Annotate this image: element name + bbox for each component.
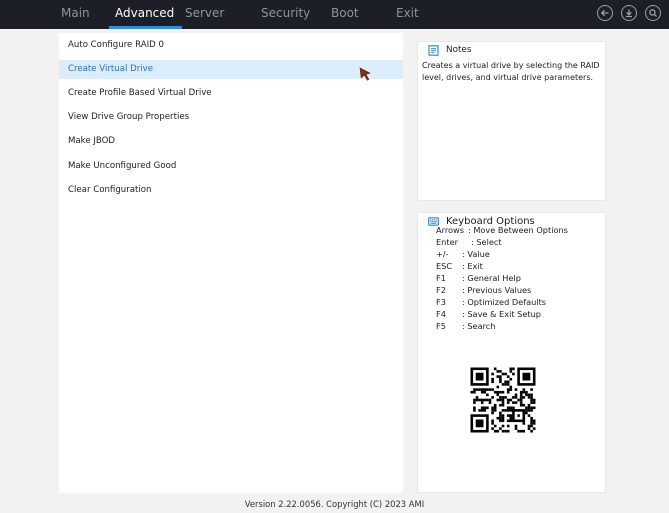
key-desc: : Select (471, 237, 502, 247)
key-desc: : General Help (462, 273, 521, 283)
mouse-pointer-icon (359, 67, 371, 81)
key-desc: : Exit (462, 261, 483, 271)
menu-item-create-profile-based-virtual-drive[interactable]: Create Profile Based Virtual Drive (59, 84, 403, 103)
key-name: Arrows (436, 225, 464, 235)
key-name: F3 (436, 297, 446, 307)
key-desc: : Save & Exit Setup (462, 309, 541, 319)
key-desc: : Value (462, 249, 490, 259)
keyboard-options-panel: Keyboard Options Arrows : Move Between O… (417, 212, 606, 493)
key-name: F5 (436, 321, 446, 331)
menu-item-create-virtual-drive[interactable]: Create Virtual Drive (59, 60, 403, 79)
tab-server[interactable]: Server (185, 0, 224, 29)
tab-security[interactable]: Security (261, 0, 310, 29)
top-menu-bar: Main Advanced Server Security Boot Exit (0, 0, 669, 29)
key-desc: : Search (462, 321, 496, 331)
notes-header: Notes (428, 42, 471, 58)
key-name: F4 (436, 309, 446, 319)
key-name: ESC (436, 261, 453, 271)
tab-main[interactable]: Main (61, 0, 90, 29)
key-name: +/- (436, 249, 449, 259)
search-icon[interactable] (645, 5, 661, 21)
key-desc: : Optimized Defaults (462, 297, 547, 307)
menu-item-make-unconfigured-good[interactable]: Make Unconfigured Good (59, 157, 403, 176)
qr-code (463, 360, 543, 440)
qr-code-image (470, 367, 536, 433)
menu-item-view-drive-group-properties[interactable]: View Drive Group Properties (59, 108, 403, 127)
key-name: F2 (436, 285, 446, 295)
version-footer: Version 2.22.0056. Copyright (C) 2023 AM… (244, 499, 425, 509)
menu-item-auto-configure-raid-0[interactable]: Auto Configure RAID 0 (59, 36, 403, 55)
tab-boot[interactable]: Boot (331, 0, 359, 29)
notes-icon (428, 44, 439, 56)
notes-text: Creates a virtual drive by selecting the… (422, 61, 600, 82)
key-name: Enter (436, 237, 458, 247)
tab-exit[interactable]: Exit (396, 0, 419, 29)
tab-advanced[interactable]: Advanced (108, 0, 183, 29)
menu-item-clear-configuration[interactable]: Clear Configuration (59, 181, 403, 200)
key-desc: : Previous Values (462, 285, 532, 295)
menu-item-make-jbod[interactable]: Make JBOD (59, 132, 403, 151)
menu-panel: Auto Configure RAID 0 Create Virtual Dri… (59, 33, 403, 493)
back-icon[interactable] (597, 5, 613, 21)
key-name: F1 (436, 273, 446, 283)
download-icon[interactable] (621, 5, 637, 21)
top-icon-group (597, 5, 663, 23)
notes-panel: Notes Creates a virtual drive by selecti… (417, 41, 606, 201)
key-desc: : Move Between Options (468, 225, 568, 235)
notes-title: Notes (446, 45, 472, 55)
